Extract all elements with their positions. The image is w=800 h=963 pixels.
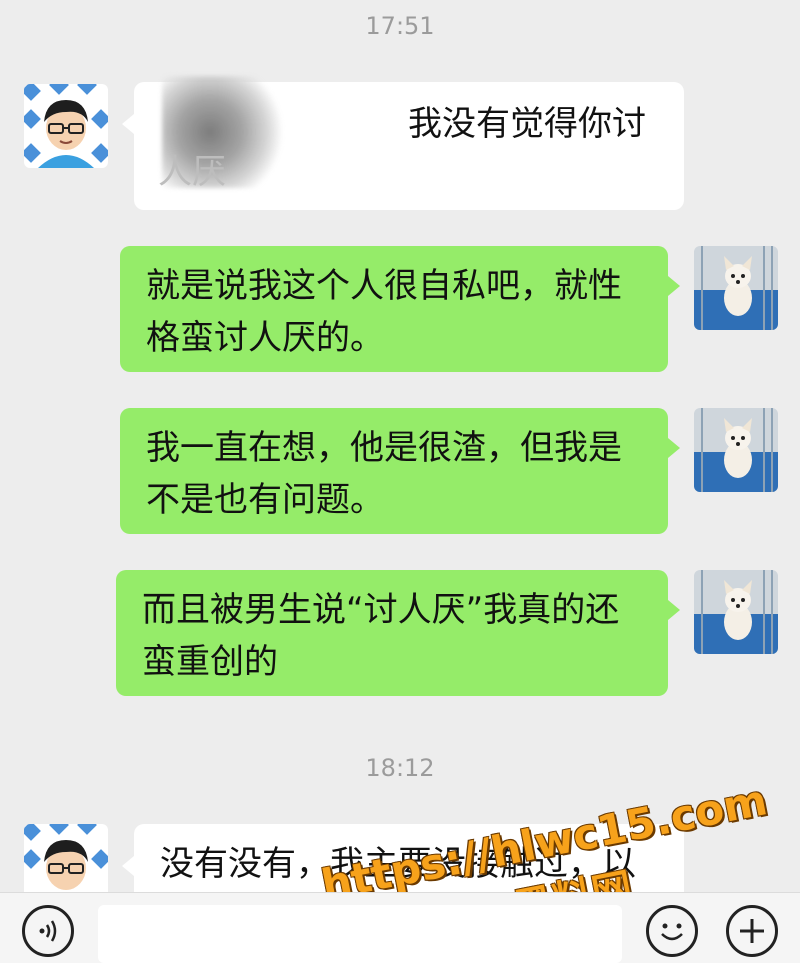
- plus-icon: [740, 919, 764, 943]
- cartoon-man-avatar-icon: [24, 84, 108, 168]
- message-text-partial: 人厌: [158, 152, 226, 192]
- message-line: 我一直在想，他是很渣，但我是: [146, 428, 622, 468]
- timestamp: 18:12: [365, 754, 435, 782]
- sent-message-bubble[interactable]: 我一直在想，他是很渣，但我是 不是也有问题。: [120, 408, 680, 534]
- contact-avatar[interactable]: [24, 84, 108, 168]
- voice-icon: [39, 920, 57, 942]
- chat-input-bar: [0, 892, 800, 963]
- sent-message-bubble[interactable]: 而且被男生说“讨人厌”我真的还 蛮重创的: [116, 570, 680, 696]
- message-line: 就是说我这个人很自私吧，就性: [146, 266, 622, 306]
- sent-message-bubble[interactable]: 就是说我这个人很自私吧，就性 格蛮讨人厌的。: [120, 246, 680, 372]
- received-message-bubble[interactable]: 我没有觉得你讨 人厌: [122, 76, 684, 210]
- dog-photo-avatar-icon: [694, 246, 778, 330]
- self-avatar[interactable]: [694, 570, 778, 654]
- timestamp: 17:51: [365, 12, 435, 40]
- self-avatar[interactable]: [694, 408, 778, 492]
- message-line: 格蛮讨人厌的。: [146, 318, 384, 358]
- dog-photo-avatar-icon: [694, 570, 778, 654]
- dog-photo-avatar-icon: [694, 408, 778, 492]
- message-text: 我没有觉得你讨: [408, 104, 646, 144]
- emoji-icon: [661, 923, 683, 941]
- message-line: 不是也有问题。: [146, 480, 384, 520]
- plus-button[interactable]: [726, 905, 778, 957]
- message-line: 蛮重创的: [142, 642, 278, 682]
- emoji-button[interactable]: [646, 905, 698, 957]
- self-avatar[interactable]: [694, 246, 778, 330]
- message-input[interactable]: [98, 905, 622, 963]
- voice-button[interactable]: [22, 905, 74, 957]
- message-line: 而且被男生说“讨人厌”我真的还: [142, 590, 620, 630]
